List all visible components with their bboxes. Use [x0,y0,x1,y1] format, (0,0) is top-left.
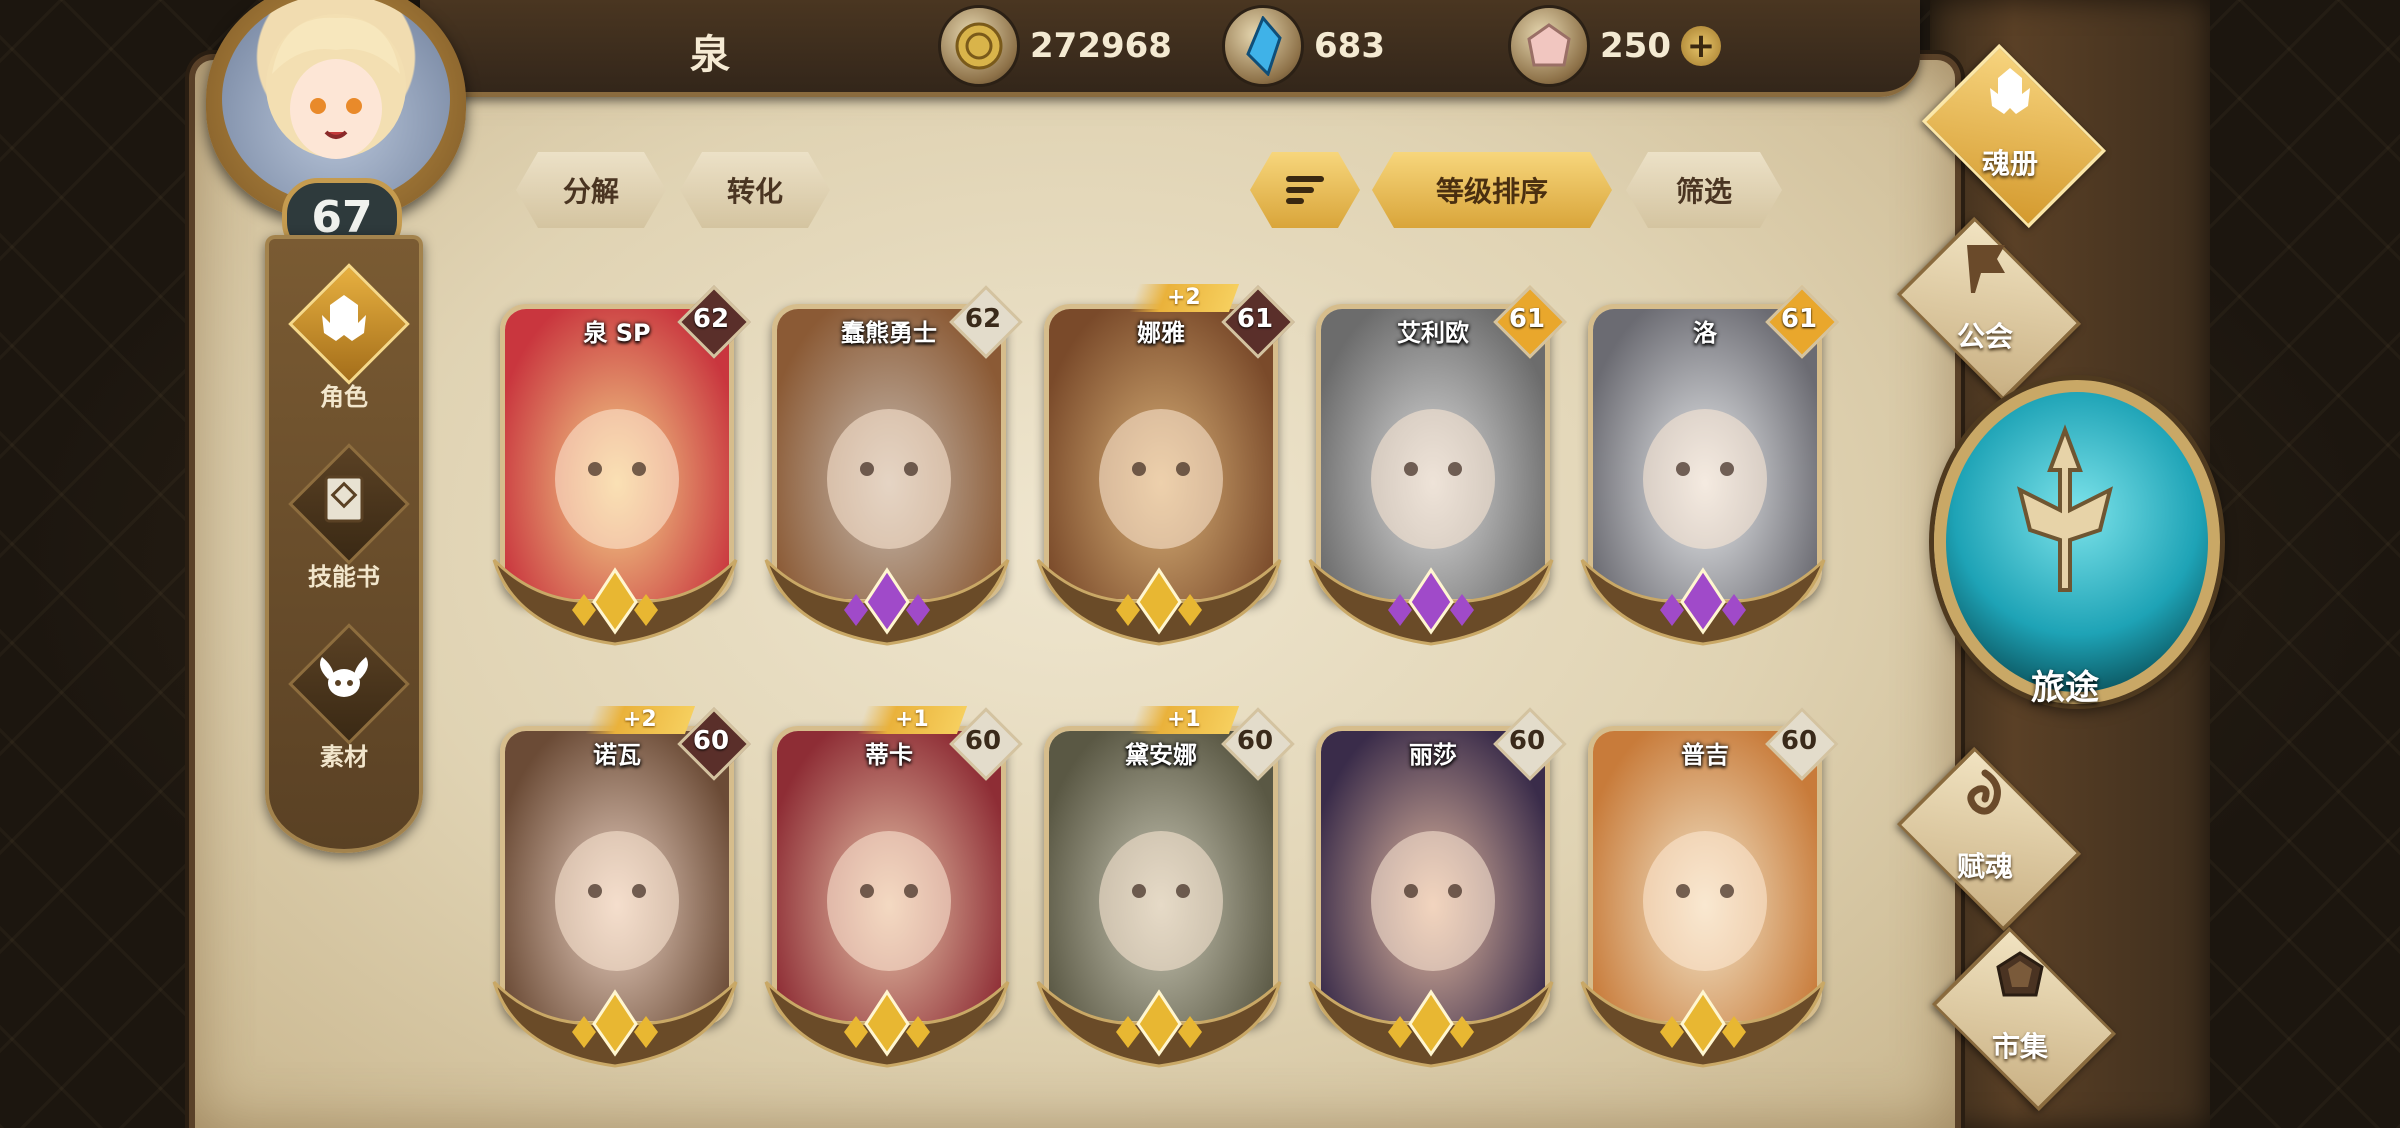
soul-empower-icon [1967,769,2001,815]
left-nav-item-material[interactable]: 素材 [269,623,419,794]
right-nav-soul-book[interactable]: 魂册 [1905,43,2115,229]
gold-rank-wings-icon [1580,980,1826,1068]
hero-level-badge: 61 [1221,285,1295,359]
material-icon [320,657,368,697]
soul-book-icon [1990,68,2030,114]
right-nav-soul-empower[interactable]: 赋魂 [1880,746,2090,932]
hero-card[interactable]: 泉 SP 62 [490,285,751,650]
crystal-currency: 683 [1222,5,1385,87]
pink-gem-icon [1508,5,1590,87]
hero-level-badge: 61 [1493,285,1567,359]
journey-button[interactable]: 旅途 [1930,360,2220,730]
hero-card[interactable]: 娜雅 +2 61 [1034,284,1295,650]
hero-card[interactable]: 丽莎 60 [1306,707,1567,1072]
sort-by-level-button[interactable]: 等级排序 [1372,152,1612,228]
gold-rank-wings-icon [1036,558,1282,646]
hero-level-badge: 60 [949,707,1023,781]
sort-order-button[interactable] [1250,152,1360,228]
add-gem-button[interactable]: + [1680,26,1721,66]
gold-coin-icon [938,5,1020,87]
avatar [222,0,450,204]
left-nav: 角色 技能书 素材 [265,235,423,853]
gold-currency: 272968 [938,5,1172,87]
hero-card[interactable]: 普吉 60 [1578,707,1839,1072]
gold-rank-wings-icon [1036,980,1282,1068]
purple-rank-wings-icon [1580,558,1826,646]
crystal-amount: 683 [1314,26,1385,66]
skill-book-icon [324,475,364,523]
gold-amount: 272968 [1030,26,1172,66]
hero-card[interactable]: 蒂卡 +1 60 [762,706,1023,1072]
purple-rank-wings-icon [764,558,1010,646]
hero-bonus-tag: +2 [1128,284,1240,312]
sort-lines-icon [1286,171,1324,209]
hero-level-badge: 62 [677,285,751,359]
player-name: 泉 [690,32,730,78]
convert-button[interactable]: 转化 [680,152,830,228]
gold-rank-wings-icon [764,980,1010,1068]
hero-card[interactable]: 黛安娜 +1 60 [1034,706,1295,1072]
purple-rank-wings-icon [1308,558,1554,646]
filter-button[interactable]: 筛选 [1626,152,1782,228]
hero-level-badge: 60 [677,707,751,781]
blue-crystal-icon [1222,5,1304,87]
gold-rank-wings-icon [492,980,738,1068]
hero-bonus-tag: +2 [584,706,696,734]
hero-level-badge: 60 [1493,707,1567,781]
left-nav-item-skill-book[interactable]: 技能书 [269,443,419,614]
character-helmet-icon [322,295,366,341]
hero-card[interactable]: 艾利欧 61 [1306,285,1567,650]
hero-card[interactable]: 诺瓦 +2 60 [490,706,751,1072]
right-nav-market[interactable]: 市集 [1915,926,2125,1112]
gem-currency: 250 + [1508,5,1721,87]
left-nav-item-character[interactable]: 角色 [269,263,419,434]
decompose-button[interactable]: 分解 [516,152,666,228]
hero-level-badge: 61 [1765,285,1839,359]
hero-level-badge: 60 [1765,707,1839,781]
hero-level-badge: 62 [949,285,1023,359]
hero-bonus-tag: +1 [1128,706,1240,734]
hero-card[interactable]: 洛 61 [1578,285,1839,650]
gold-rank-wings-icon [1308,980,1554,1068]
guild-banner-icon [1967,245,2005,293]
journey-emblem-icon [2017,424,2113,592]
player-avatar[interactable]: 67 [200,0,480,258]
market-gem-icon [1996,951,2044,997]
hero-card[interactable]: 蠢熊勇士 62 [762,285,1023,650]
hero-level-badge: 60 [1221,707,1295,781]
gold-rank-wings-icon [492,558,738,646]
gem-amount: 250 [1600,26,1671,66]
hero-bonus-tag: +1 [856,706,968,734]
